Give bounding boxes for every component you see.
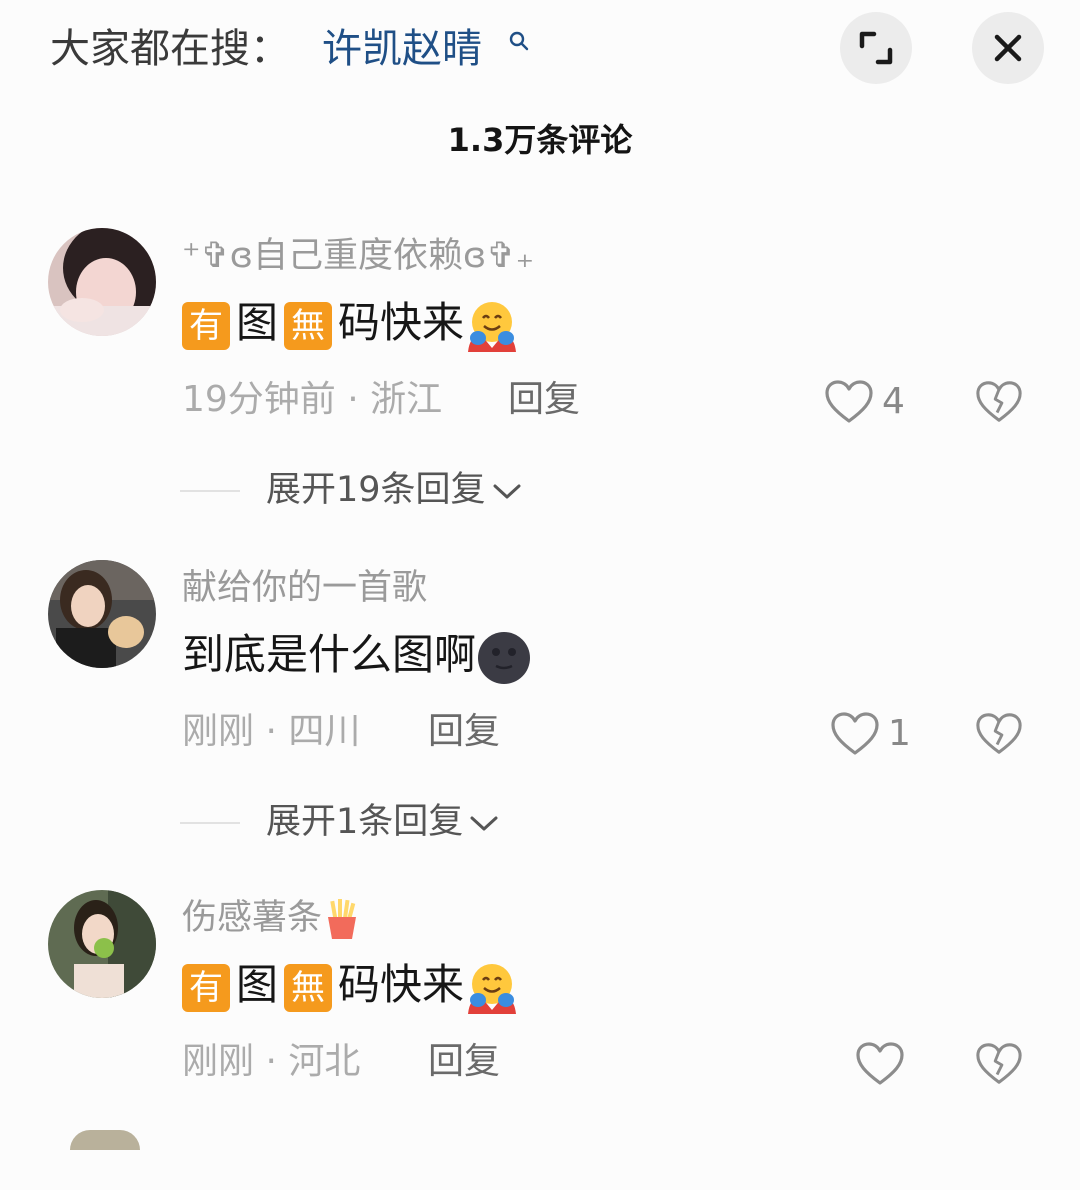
avatar[interactable] — [48, 890, 156, 998]
like-count: 4 — [882, 381, 905, 422]
dislike-button[interactable] — [975, 1040, 1023, 1088]
like-button[interactable]: 1 — [830, 710, 911, 758]
reply-button[interactable]: 回复 — [428, 710, 500, 754]
dislike-button[interactable] — [975, 378, 1023, 426]
chevron-down-icon — [493, 484, 521, 499]
heart-icon — [825, 380, 873, 423]
divider — [180, 822, 240, 824]
comment-text: 到底是什么图啊 — [182, 628, 532, 686]
comment-item: ⁺✞ɞ自己重度依赖ɞ✞₊ 有图無码快来 19分钟前 · 浙江 回复 4 展开19… — [0, 228, 1080, 528]
like-count: 1 — [888, 713, 911, 754]
comment-meta: 刚刚 · 河北 — [182, 1041, 361, 1082]
broken-heart-icon — [976, 1043, 1022, 1084]
username[interactable]: 献给你的一首歌 — [182, 566, 427, 610]
broken-heart-icon — [976, 381, 1022, 422]
french-fries-icon — [328, 899, 357, 939]
search-prefix: 大家都在搜： — [50, 26, 290, 72]
username[interactable]: ⁺✞ɞ自己重度依赖ɞ✞₊ — [182, 234, 534, 278]
comment-text: 有图無码快来 — [182, 296, 520, 354]
comment-meta: 刚刚 · 四川 — [182, 711, 361, 752]
new-moon-face-icon — [478, 631, 531, 684]
tag-badge: 無 — [284, 301, 333, 350]
comment-item: 伤感薯条 有图無码快来 刚刚 · 河北 回复 — [0, 890, 1080, 1190]
expand-icon — [859, 31, 893, 65]
comment-item: 献给你的一首歌 到底是什么图啊 刚刚 · 四川 回复 1 展开1条回复 — [0, 560, 1080, 860]
reply-button[interactable]: 回复 — [508, 378, 580, 422]
tag-badge: 有 — [182, 301, 230, 350]
heart-icon — [831, 712, 879, 755]
close-icon — [994, 34, 1022, 62]
hugging-face-icon — [468, 301, 517, 352]
chevron-down-icon — [470, 816, 498, 831]
dislike-button[interactable] — [975, 710, 1023, 758]
avatar[interactable] — [48, 228, 156, 336]
heart-icon — [856, 1042, 904, 1085]
close-button[interactable] — [972, 12, 1044, 84]
comment-text: 有图無码快来 — [182, 958, 520, 1016]
tag-badge: 無 — [284, 963, 333, 1012]
comment-count: 1.3万条评论 — [447, 121, 633, 159]
top-bar: 大家都在搜： 许凯赵晴 — [0, 0, 1080, 100]
search-icon[interactable] — [508, 30, 530, 52]
trending-search-link[interactable]: 许凯赵晴 — [322, 24, 482, 74]
hugging-face-icon — [468, 963, 517, 1014]
like-button[interactable] — [855, 1040, 905, 1088]
expand-replies-label: 展开1条回复 — [266, 802, 464, 842]
tag-badge: 有 — [182, 963, 230, 1012]
username[interactable]: 伤感薯条 — [182, 896, 362, 941]
expand-replies-label: 展开19条回复 — [266, 470, 486, 510]
broken-heart-icon — [976, 713, 1022, 754]
like-button[interactable]: 4 — [824, 378, 914, 426]
avatar[interactable] — [48, 560, 156, 668]
divider — [180, 490, 240, 492]
expand-button[interactable] — [840, 12, 912, 84]
reply-button[interactable]: 回复 — [428, 1040, 500, 1084]
avatar[interactable] — [70, 1130, 140, 1150]
comment-meta: 19分钟前 · 浙江 — [182, 379, 443, 420]
